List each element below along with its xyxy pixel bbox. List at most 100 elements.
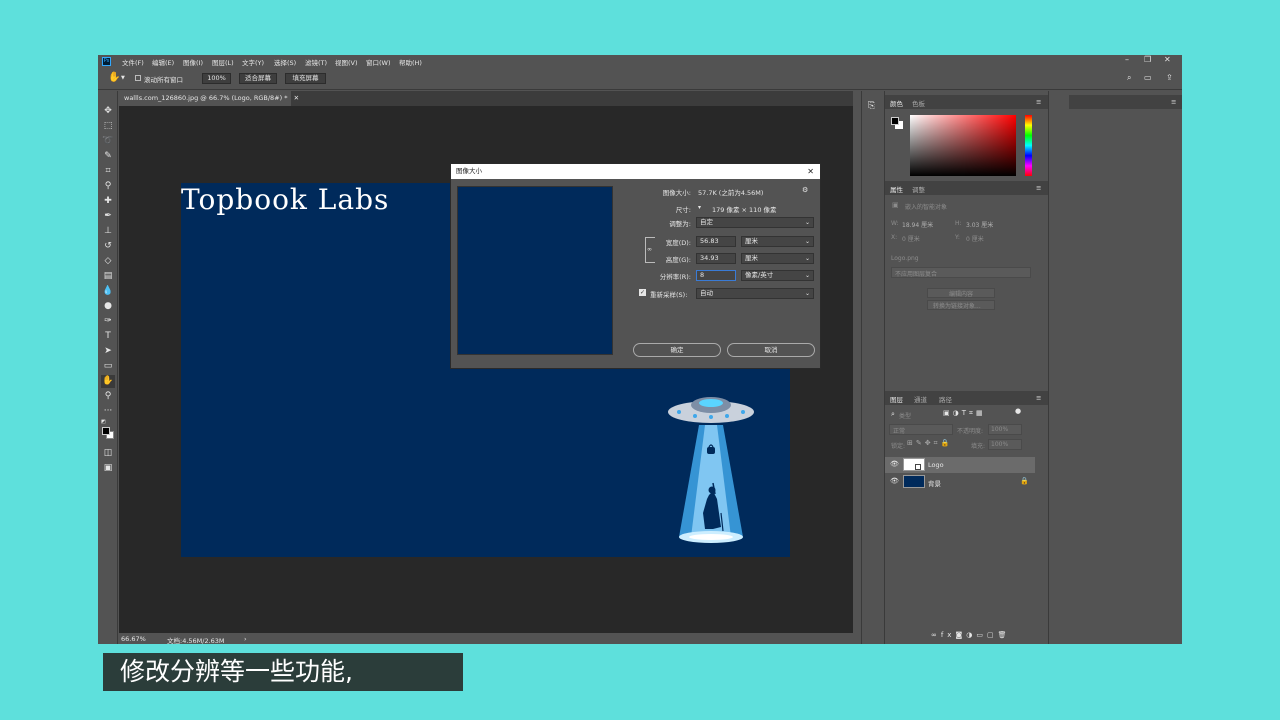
kind-filter-label[interactable]: 类型 xyxy=(899,411,911,420)
workspace-icon[interactable]: ▭ xyxy=(1144,73,1152,82)
move-tool-icon[interactable]: ✥ xyxy=(101,105,115,118)
share-icon[interactable]: ⇪ xyxy=(1166,73,1173,82)
history-panel-icon[interactable]: ⎘ xyxy=(868,101,875,111)
rectangle-tool-icon[interactable]: ▭ xyxy=(101,360,115,373)
tab-paths[interactable]: 路径 xyxy=(939,394,952,404)
fit-to-select[interactable]: 自定 ⌄ xyxy=(696,217,814,228)
resample-select[interactable]: 自动 ⌄ xyxy=(696,288,814,299)
h-value[interactable]: 3.03 厘米 xyxy=(966,220,993,229)
type-tool-icon[interactable]: T xyxy=(101,330,115,343)
menu-help[interactable]: 帮助(H) xyxy=(399,57,422,67)
close-icon[interactable]: ✕ xyxy=(1164,55,1171,64)
document-tab[interactable]: wallls.com_126860.jpg @ 66.7% (Logo, RGB… xyxy=(119,91,299,106)
path-select-tool-icon[interactable]: ➤ xyxy=(101,345,115,358)
tab-collapsed-panel[interactable] xyxy=(1049,95,1069,109)
search-icon[interactable]: ⌕ xyxy=(1127,73,1131,83)
menu-view[interactable]: 视图(V) xyxy=(335,57,358,67)
layer-row[interactable]: 👁 Logo xyxy=(885,457,1035,473)
y-value[interactable]: 0 厘米 xyxy=(966,234,984,243)
w-value[interactable]: 18.94 厘米 xyxy=(902,220,933,229)
restore-icon[interactable]: ❐ xyxy=(1144,55,1151,64)
panel-menu-icon[interactable]: ≡ xyxy=(1036,394,1041,402)
x-value[interactable]: 0 厘米 xyxy=(902,234,920,243)
filter-toggle-icon[interactable]: ● xyxy=(1015,407,1021,415)
zoom-100-button[interactable]: 100% xyxy=(202,73,231,84)
dimensions-dropdown-icon[interactable]: ▾ xyxy=(698,204,701,211)
status-zoom[interactable]: 66.67% xyxy=(121,635,146,643)
chevron-down-icon[interactable]: ▼ xyxy=(121,75,125,81)
lasso-tool-icon[interactable]: ➰ xyxy=(101,135,115,148)
dodge-tool-icon[interactable]: ● xyxy=(101,300,115,313)
close-tab-icon[interactable]: ✕ xyxy=(294,94,299,102)
fit-screen-button[interactable]: 适合屏幕 xyxy=(239,73,277,84)
tab-properties[interactable]: 属性 xyxy=(890,184,903,194)
menu-file[interactable]: 文件(F) xyxy=(122,57,144,67)
resample-checkbox[interactable]: ✓ xyxy=(639,289,646,296)
link-constrain-icon[interactable]: ∞ xyxy=(645,237,655,263)
fill-screen-button[interactable]: 填充屏幕 xyxy=(285,73,326,84)
default-colors-icon[interactable]: ◩ xyxy=(101,419,106,425)
dialog-close-icon[interactable]: ✕ xyxy=(807,164,814,179)
scroll-all-checkbox[interactable] xyxy=(135,75,141,81)
hand-tool-icon[interactable]: ✋ xyxy=(108,72,120,83)
more-tools-icon[interactable]: ··· xyxy=(101,405,115,418)
eye-icon[interactable]: 👁 xyxy=(890,477,899,485)
panel-menu-icon[interactable]: ≡ xyxy=(1036,184,1041,192)
gradient-tool-icon[interactable]: ▤ xyxy=(101,270,115,283)
quick-select-tool-icon[interactable]: ✎ xyxy=(101,150,115,163)
screen-mode-icon[interactable]: ▣ xyxy=(101,462,115,475)
menu-image[interactable]: 图像(I) xyxy=(183,57,203,67)
crop-tool-icon[interactable]: ⌗ xyxy=(101,165,115,178)
resolution-input[interactable]: 8 xyxy=(696,270,736,281)
menu-window[interactable]: 窗口(W) xyxy=(366,57,391,67)
ok-button[interactable]: 确定 xyxy=(633,343,721,357)
hand-tool-icon[interactable]: ✋ xyxy=(101,375,115,388)
height-unit-select[interactable]: 厘米 ⌄ xyxy=(741,253,814,264)
menu-type[interactable]: 文字(Y) xyxy=(242,57,264,67)
marquee-tool-icon[interactable]: ⬚ xyxy=(101,120,115,133)
eyedropper-tool-icon[interactable]: ⚲ xyxy=(101,180,115,193)
panel-menu-icon[interactable]: ≡ xyxy=(1171,98,1176,106)
quick-mask-icon[interactable]: ◫ xyxy=(101,447,115,460)
menu-select[interactable]: 选择(S) xyxy=(274,57,296,67)
panel-menu-icon[interactable]: ≡ xyxy=(1036,98,1041,106)
menu-filter[interactable]: 滤镜(T) xyxy=(305,57,327,67)
blur-tool-icon[interactable]: 💧 xyxy=(101,285,115,298)
layer-thumbnail xyxy=(903,475,925,488)
pen-tool-icon[interactable]: ✑ xyxy=(101,315,115,328)
color-field[interactable] xyxy=(910,115,1016,176)
layer-row[interactable]: 👁 背景 🔒 xyxy=(885,474,1035,490)
width-input[interactable]: 56.83 xyxy=(696,236,736,247)
width-unit-select[interactable]: 厘米 ⌄ xyxy=(741,236,814,247)
minimize-icon[interactable]: – xyxy=(1125,55,1129,64)
ps-app-icon[interactable]: Ps xyxy=(102,57,111,66)
history-brush-tool-icon[interactable]: ↺ xyxy=(101,240,115,253)
zoom-tool-icon[interactable]: ⚲ xyxy=(101,390,115,403)
tab-swatches[interactable]: 色板 xyxy=(912,98,925,108)
stamp-tool-icon[interactable]: ⊥ xyxy=(101,225,115,238)
filter-icons[interactable]: ▣◑T⌗▦ xyxy=(943,409,986,418)
resolution-unit-select[interactable]: 像素/英寸 ⌄ xyxy=(741,270,814,281)
tab-layers[interactable]: 图层 xyxy=(890,394,903,404)
filter-search-icon[interactable]: ⌕ xyxy=(891,410,895,419)
hue-slider[interactable] xyxy=(1025,115,1032,176)
eye-icon[interactable]: 👁 xyxy=(890,460,899,468)
tab-adjustments[interactable]: 调整 xyxy=(912,184,925,194)
lock-icons[interactable]: ⊞✎✥⌗🔒 xyxy=(907,439,952,448)
cancel-button[interactable]: 取消 xyxy=(727,343,815,357)
menu-edit[interactable]: 编辑(E) xyxy=(152,57,174,67)
eraser-tool-icon[interactable]: ◇ xyxy=(101,255,115,268)
height-input[interactable]: 34.93 xyxy=(696,253,736,264)
status-chevron-icon[interactable]: › xyxy=(244,635,247,643)
menu-layer[interactable]: 图层(L) xyxy=(212,57,234,67)
dialog-title-bar[interactable]: 图像大小 ✕ xyxy=(451,164,820,179)
dialog-gear-icon[interactable]: ⚙ xyxy=(802,186,808,194)
tab-color[interactable]: 颜色 xyxy=(890,98,903,108)
dialog-preview[interactable] xyxy=(457,186,613,355)
foreground-color-swatch[interactable] xyxy=(102,427,110,435)
layer-footer-icons[interactable]: ∞fx◙◑▭▢🗑 xyxy=(931,631,1010,639)
fg-color-swatch[interactable] xyxy=(891,117,899,125)
healing-brush-tool-icon[interactable]: ✚ xyxy=(101,195,115,208)
brush-tool-icon[interactable]: ✒ xyxy=(101,210,115,223)
tab-channels[interactable]: 通道 xyxy=(914,394,927,404)
